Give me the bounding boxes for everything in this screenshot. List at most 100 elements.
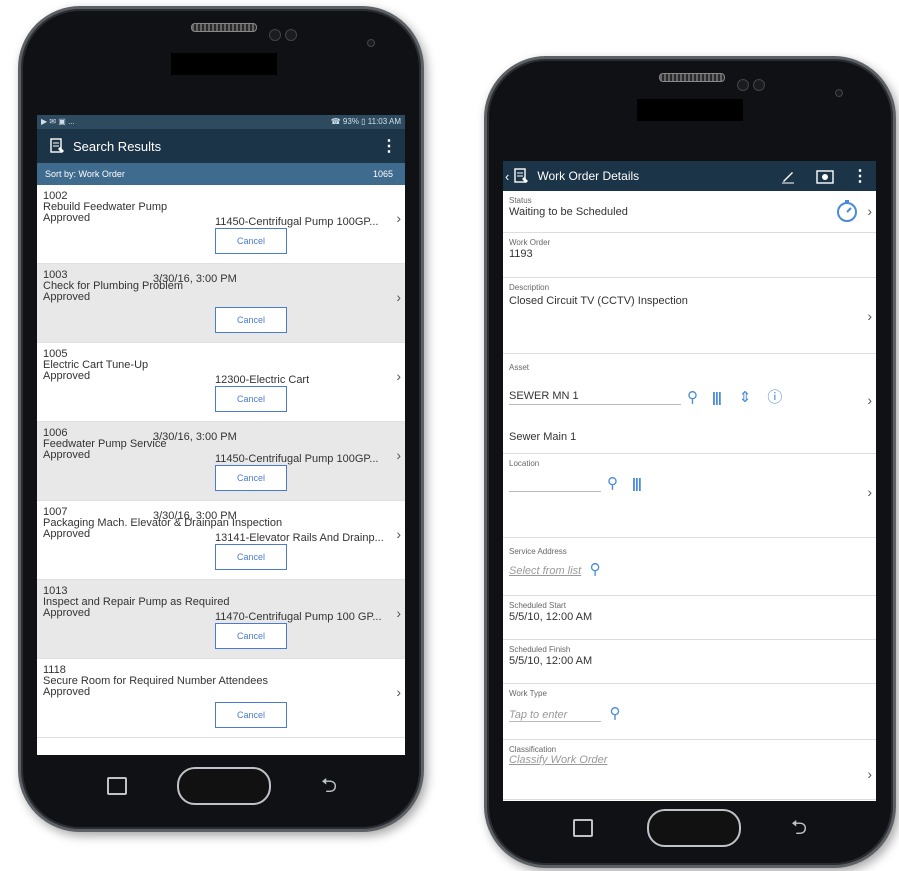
cancel-button[interactable]: Cancel xyxy=(215,386,287,412)
back-icon[interactable]: ⮌ xyxy=(791,813,807,847)
cancel-button[interactable]: Cancel xyxy=(215,228,287,254)
page-title[interactable]: Search Results xyxy=(73,139,381,154)
status-left: ▶ ✉ ▣ ... xyxy=(41,117,75,126)
sensor xyxy=(285,29,297,41)
earpiece-speaker xyxy=(659,73,725,82)
chevron-right-icon[interactable]: › xyxy=(396,448,401,462)
edit-pen-icon[interactable] xyxy=(780,168,796,185)
phone-right: ‹ Work Order Details ⋮ Status Waiting to… xyxy=(484,56,896,868)
redaction-box xyxy=(637,99,743,121)
work-order-value: 1193 xyxy=(509,248,533,260)
list-item[interactable]: 1013 Inspect and Repair Pump as Required A… xyxy=(37,580,405,659)
cancel-button[interactable]: Cancel xyxy=(215,544,287,570)
recent-apps-icon[interactable] xyxy=(107,777,127,795)
sort-bar[interactable]: Sort by: Work Order 1065 xyxy=(37,163,405,185)
asset-input[interactable]: SEWER MN 1 xyxy=(509,390,681,405)
chevron-right-icon[interactable]: › xyxy=(396,369,401,383)
recent-apps-icon[interactable] xyxy=(573,819,593,837)
work-type-input[interactable]: Tap to enter xyxy=(509,709,601,722)
description-value: Closed Circuit TV (CCTV) Inspection xyxy=(509,295,688,307)
work-order-date: 3/30/16, 3:00 PM xyxy=(153,273,237,285)
search-icon[interactable]: ⚲ xyxy=(607,474,618,492)
work-order-asset: 13141-Elevator Rails And Drainp... xyxy=(215,533,384,544)
status-field[interactable]: Status Waiting to be Scheduled › xyxy=(503,191,876,233)
chevron-right-icon[interactable]: › xyxy=(867,484,872,500)
barcode-icon[interactable]: ||| xyxy=(712,389,722,405)
search-icon[interactable]: ⚲ xyxy=(609,705,620,722)
app-bar: ‹ Work Order Details ⋮ xyxy=(503,161,876,191)
scheduled-start-label: Scheduled Start xyxy=(509,601,566,610)
list-item[interactable]: 1002 Rebuild Feedwater Pump Approved 11450-… xyxy=(37,185,405,264)
service-address-field[interactable]: Service Address Select from list ⚲ xyxy=(503,538,876,596)
work-order-asset: 11450-Centrifugal Pump 100GP... xyxy=(215,217,379,228)
cancel-button[interactable]: Cancel xyxy=(215,623,287,649)
app-bar: Search Results ⋮ xyxy=(37,129,405,163)
work-order-description: Rebuild Feedwater Pump xyxy=(43,201,168,213)
asset-label: Asset xyxy=(509,363,530,372)
work-order-field: Work Order 1193 xyxy=(503,233,876,278)
sensor xyxy=(753,79,765,91)
scheduled-finish-field[interactable]: Scheduled Finish 5/5/10, 12:00 AM xyxy=(503,640,876,684)
chevron-right-icon[interactable]: › xyxy=(396,290,401,304)
info-icon[interactable]: ⓘ xyxy=(767,386,782,407)
home-button[interactable] xyxy=(647,809,741,847)
scheduled-start-field[interactable]: Scheduled Start 5/5/10, 12:00 AM xyxy=(503,596,876,640)
chevron-right-icon[interactable]: › xyxy=(396,606,401,620)
barcode-icon[interactable]: ||| xyxy=(632,475,642,491)
cancel-button[interactable]: Cancel xyxy=(215,702,287,728)
work-order-status: Approved xyxy=(43,686,91,698)
chevron-right-icon[interactable]: › xyxy=(396,685,401,699)
hierarchy-icon[interactable]: ⇕ xyxy=(739,388,752,406)
location-field[interactable]: Location ⚲ ||| › xyxy=(503,454,876,538)
work-order-icon[interactable] xyxy=(513,168,529,185)
classification-select[interactable]: Classify Work Order xyxy=(509,754,870,766)
back-icon[interactable]: ⮌ xyxy=(321,771,337,805)
status-right: ☎ 93% ▯ 11:03 AM xyxy=(330,117,401,126)
work-order-description: Inspect and Repair Pump as Required xyxy=(43,596,230,608)
scheduled-finish-label: Scheduled Finish xyxy=(509,645,571,654)
list-item[interactable]: 1003 Check for Plumbing Problem Approved 3/… xyxy=(37,264,405,343)
back-chevron-icon[interactable]: ‹ xyxy=(505,169,509,184)
chevron-right-icon[interactable]: › xyxy=(867,308,872,324)
work-order-details-screen: ‹ Work Order Details ⋮ Status Waiting to… xyxy=(503,161,876,801)
location-input[interactable] xyxy=(509,475,601,492)
work-order-status: Approved xyxy=(43,291,91,303)
stopwatch-icon[interactable] xyxy=(836,199,858,228)
camera-icon[interactable] xyxy=(816,168,834,185)
status-value: Waiting to be Scheduled xyxy=(509,206,628,218)
description-field[interactable]: Description Closed Circuit TV (CCTV) Ins… xyxy=(503,278,876,354)
phone-left: ▶ ✉ ▣ ... ☎ 93% ▯ 11:03 AM Search Result… xyxy=(18,6,424,832)
overflow-menu-icon[interactable]: ⋮ xyxy=(852,166,868,186)
front-camera xyxy=(367,39,375,47)
list-item[interactable]: 1007 Packaging Mach. Elevator & Drainpan … xyxy=(37,501,405,580)
cancel-button[interactable]: Cancel xyxy=(215,465,287,491)
sort-label[interactable]: Sort by: Work Order xyxy=(45,169,125,179)
search-icon[interactable]: ⚲ xyxy=(590,561,601,578)
classification-field[interactable]: Classification Classify Work Order › xyxy=(503,740,876,800)
work-order-icon[interactable] xyxy=(49,138,65,155)
chevron-right-icon[interactable]: › xyxy=(396,527,401,541)
work-type-label: Work Type xyxy=(509,689,547,698)
chevron-right-icon[interactable]: › xyxy=(867,392,872,408)
work-order-asset: 12300-Electric Cart xyxy=(215,375,310,386)
scheduled-start-value: 5/5/10, 12:00 AM xyxy=(509,611,593,623)
location-label: Location xyxy=(509,459,540,468)
chevron-right-icon[interactable]: › xyxy=(867,766,872,782)
list-item[interactable]: 1118 Secure Room for Required Number Atte… xyxy=(37,659,405,738)
asset-description: Sewer Main 1 xyxy=(509,431,577,443)
search-icon[interactable]: ⚲ xyxy=(687,388,698,406)
redaction-box xyxy=(171,53,277,75)
chevron-right-icon[interactable]: › xyxy=(396,211,401,225)
list-item[interactable]: 1005 Electric Cart Tune-Up Approved 12300-E… xyxy=(37,343,405,422)
cancel-button[interactable]: Cancel xyxy=(215,307,287,333)
work-order-description: Secure Room for Required Number Attendee… xyxy=(43,675,269,687)
overflow-menu-icon[interactable]: ⋮ xyxy=(381,136,397,156)
service-address-select[interactable]: Select from list xyxy=(509,565,581,577)
asset-field[interactable]: Asset SEWER MN 1 ⚲ ||| ⇕ ⓘ Sewer Main 1 … xyxy=(503,354,876,454)
work-type-field[interactable]: Work Type Tap to enter ⚲ xyxy=(503,684,876,740)
chevron-right-icon[interactable]: › xyxy=(867,203,872,219)
list-item[interactable]: 1006 Feedwater Pump Service Approved 3/30/1… xyxy=(37,422,405,501)
scheduled-finish-value: 5/5/10, 12:00 AM xyxy=(509,655,593,667)
home-button[interactable] xyxy=(177,767,271,805)
description-label: Description xyxy=(509,283,550,292)
